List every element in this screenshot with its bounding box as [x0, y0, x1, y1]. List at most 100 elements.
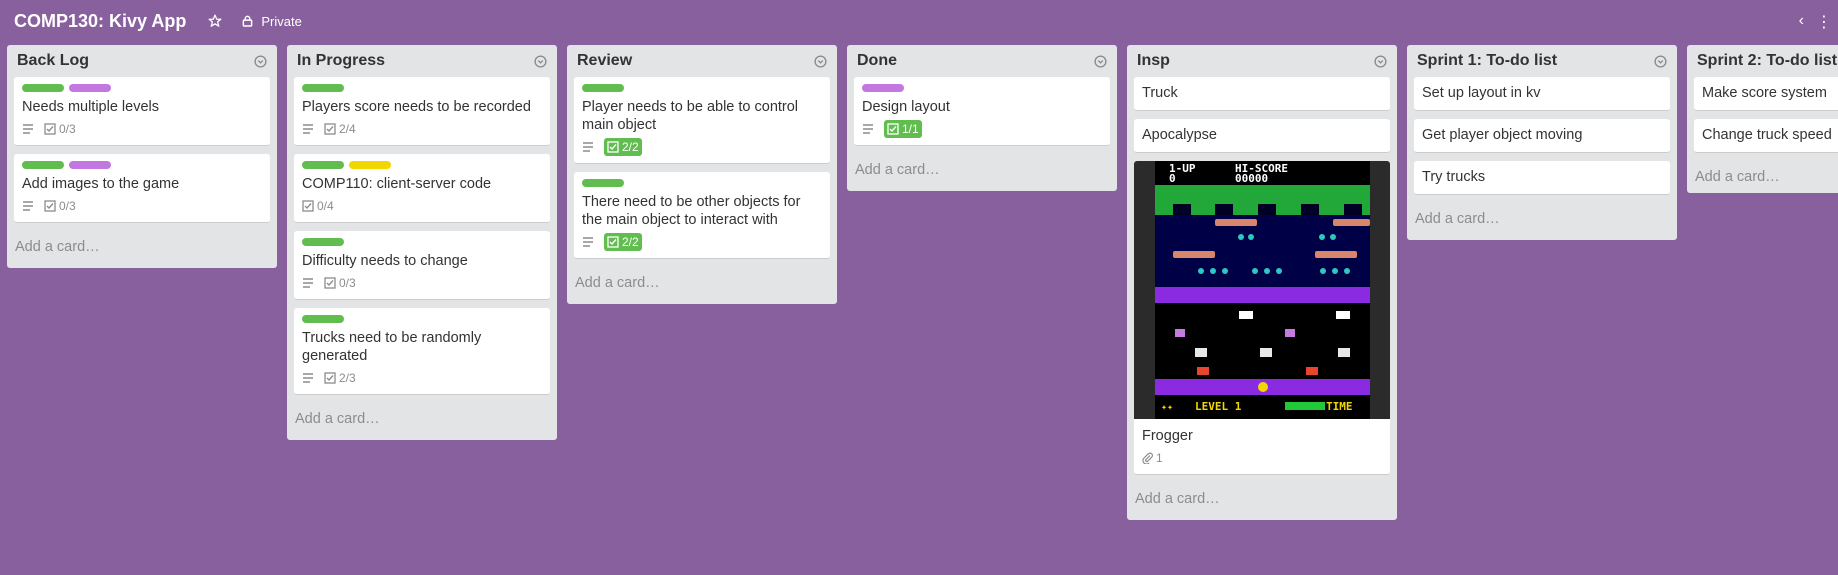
- svg-text:✦✦: ✦✦: [1161, 402, 1173, 413]
- card[interactable]: Add images to the game 0/3: [14, 154, 270, 223]
- add-card-button[interactable]: Add a card…: [1414, 203, 1670, 240]
- card-badges: 2/4: [302, 121, 543, 137]
- list-sprint-2: Sprint 2: To-do list Make score system C…: [1687, 45, 1838, 193]
- list-title[interactable]: Sprint 1: To-do list: [1417, 52, 1557, 70]
- card[interactable]: Truck: [1134, 77, 1390, 111]
- list-menu-icon[interactable]: [1653, 54, 1667, 68]
- list-header: Back Log: [14, 45, 270, 77]
- list-header: Insp: [1134, 45, 1390, 77]
- board-title[interactable]: COMP130: Kivy App: [14, 11, 186, 32]
- list-header: Review: [574, 45, 830, 77]
- label-green: [22, 84, 64, 92]
- header-right: ‹ ⋮: [1799, 12, 1832, 32]
- checklist-icon: [324, 277, 336, 289]
- list-title[interactable]: Back Log: [17, 52, 89, 70]
- card[interactable]: Try trucks: [1414, 161, 1670, 195]
- list-sprint-1: Sprint 1: To-do list Set up layout in kv…: [1407, 45, 1677, 240]
- list-title[interactable]: Insp: [1137, 52, 1170, 70]
- description-icon: [582, 142, 594, 152]
- card-badges: 2/2: [582, 138, 823, 156]
- card[interactable]: Set up layout in kv: [1414, 77, 1670, 111]
- list-in-progress: In Progress Players score needs to be re…: [287, 45, 557, 440]
- card[interactable]: Make score system: [1694, 77, 1838, 111]
- checklist-badge-complete: 1/1: [884, 120, 922, 138]
- label-purple: [69, 161, 111, 169]
- card-labels: [302, 84, 543, 92]
- privacy-button[interactable]: Private: [242, 14, 302, 29]
- lock-icon: [243, 15, 253, 27]
- frogger-screenshot-image: 1-UP 0 HI-SCORE 00000 ✦✦ LEVEL 1 TIME: [1154, 161, 1370, 419]
- card-title: Try trucks: [1422, 169, 1486, 185]
- card[interactable]: Player needs to be able to control main …: [574, 77, 830, 164]
- card-title: Set up layout in kv: [1422, 85, 1541, 101]
- card-labels: [582, 84, 823, 92]
- more-icon[interactable]: ⋮: [1816, 12, 1832, 32]
- card-labels: [302, 161, 543, 169]
- card[interactable]: COMP110: client-server code 0/4: [294, 154, 550, 223]
- add-card-button[interactable]: Add a card…: [14, 231, 270, 268]
- card[interactable]: Change truck speed: [1694, 119, 1838, 153]
- card-title: Get player object moving: [1422, 127, 1583, 143]
- card[interactable]: Needs multiple levels 0/3: [14, 77, 270, 146]
- card-badges: 0/3: [22, 121, 263, 137]
- list-menu-icon[interactable]: [1373, 54, 1387, 68]
- add-card-button[interactable]: Add a card…: [1694, 161, 1838, 193]
- card-badges: 1/1: [862, 120, 1103, 138]
- card-title: Change truck speed: [1702, 127, 1832, 143]
- card-badges: 0/3: [22, 198, 263, 214]
- label-green: [22, 161, 64, 169]
- card-title: Player needs to be able to control main …: [582, 99, 799, 133]
- list-menu-icon[interactable]: [253, 54, 267, 68]
- card-title: Make score system: [1702, 85, 1827, 101]
- chevron-left-icon[interactable]: ‹: [1799, 12, 1804, 32]
- list-title[interactable]: Review: [577, 52, 632, 70]
- list-menu-icon[interactable]: [533, 54, 547, 68]
- card-title: Needs multiple levels: [22, 99, 160, 115]
- list-back-log: Back Log Needs multiple levels 0/3 Add i…: [7, 45, 277, 268]
- star-icon[interactable]: [206, 12, 224, 30]
- card[interactable]: Trucks need to be randomly generated 2/3: [294, 308, 550, 395]
- add-card-button[interactable]: Add a card…: [854, 154, 1110, 191]
- card[interactable]: Get player object moving: [1414, 119, 1670, 153]
- checklist-icon: [44, 123, 56, 135]
- card-title: Players score needs to be recorded: [302, 99, 531, 115]
- card-with-cover[interactable]: 1-UP 0 HI-SCORE 00000 ✦✦ LEVEL 1 TIME Fr…: [1134, 161, 1390, 475]
- checklist-icon: [607, 236, 619, 248]
- list-menu-icon[interactable]: [813, 54, 827, 68]
- list-title[interactable]: Done: [857, 52, 897, 70]
- card[interactable]: Apocalypse: [1134, 119, 1390, 153]
- label-green: [302, 238, 344, 246]
- card-labels: [22, 84, 263, 92]
- checklist-badge: 2/3: [324, 371, 356, 385]
- card-badges: 0/4: [302, 198, 543, 214]
- list-insp: Insp Truck Apocalypse 1-UP 0 HI-SCORE 00…: [1127, 45, 1397, 520]
- list-done: Done Design layout 1/1 Add a card…: [847, 45, 1117, 191]
- label-green: [302, 161, 344, 169]
- board-header: COMP130: Kivy App Private ‹ ⋮: [0, 0, 1838, 42]
- card[interactable]: There need to be other objects for the m…: [574, 172, 830, 259]
- card[interactable]: Design layout 1/1: [854, 77, 1110, 146]
- checklist-icon: [44, 200, 56, 212]
- list-title[interactable]: In Progress: [297, 52, 385, 70]
- checklist-badge: 2/4: [324, 122, 356, 136]
- card-title: Design layout: [862, 99, 950, 115]
- list-header: Done: [854, 45, 1110, 77]
- checklist-icon: [887, 123, 899, 135]
- list-title[interactable]: Sprint 2: To-do list: [1697, 52, 1837, 70]
- checklist-badge: 0/3: [44, 199, 76, 213]
- checklist-icon: [324, 372, 336, 384]
- card[interactable]: Players score needs to be recorded 2/4: [294, 77, 550, 146]
- add-card-button[interactable]: Add a card…: [574, 267, 830, 304]
- card[interactable]: Difficulty needs to change 0/3: [294, 231, 550, 300]
- list-review: Review Player needs to be able to contro…: [567, 45, 837, 304]
- label-yellow: [349, 161, 391, 169]
- description-icon: [302, 278, 314, 288]
- add-card-button[interactable]: Add a card…: [1134, 483, 1390, 520]
- card-badges: 2/2: [582, 233, 823, 251]
- add-card-button[interactable]: Add a card…: [294, 403, 550, 440]
- checklist-badge-complete: 2/2: [604, 138, 642, 156]
- card-title: Trucks need to be randomly generated: [302, 330, 482, 364]
- card-title: COMP110: client-server code: [302, 176, 492, 192]
- label-green: [302, 315, 344, 323]
- list-menu-icon[interactable]: [1093, 54, 1107, 68]
